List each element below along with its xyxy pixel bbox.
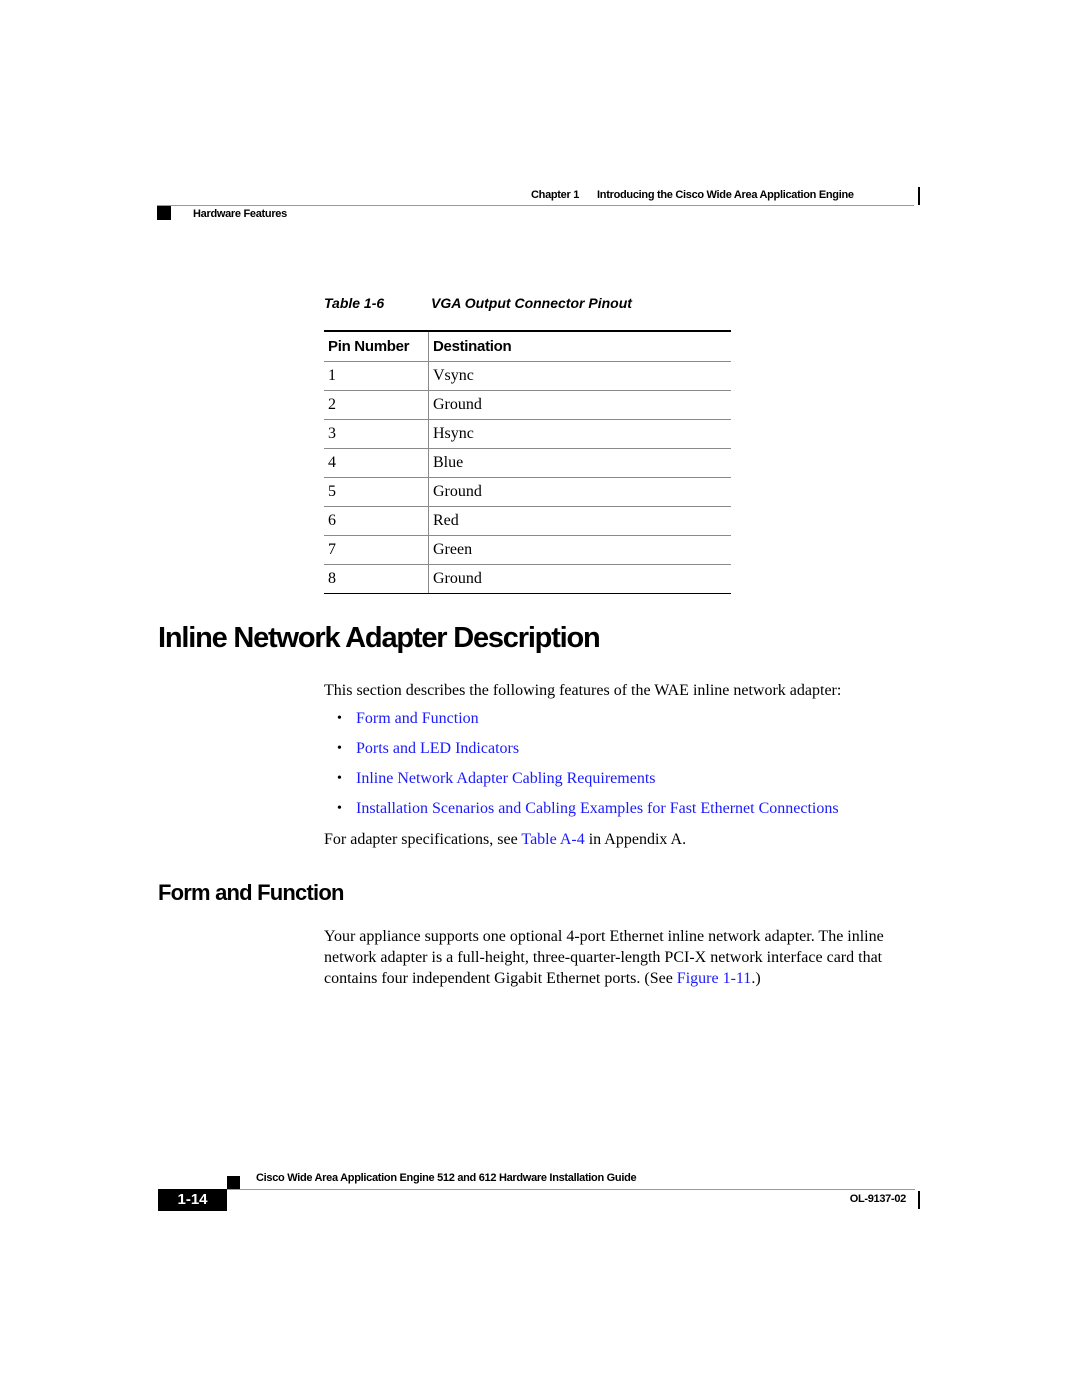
spec-prefix: For adapter specifications, see bbox=[324, 831, 522, 848]
running-header-chapter: Chapter 1 Introducing the Cisco Wide Area… bbox=[531, 189, 854, 201]
bullet-icon: • bbox=[337, 801, 342, 816]
table-row: 7 Green bbox=[324, 535, 731, 565]
subsection-heading: Form and Function bbox=[158, 880, 344, 905]
pin-cell: 2 bbox=[324, 390, 429, 420]
link-table-a-4[interactable]: Table A-4 bbox=[521, 831, 584, 848]
bullet-icon: • bbox=[337, 741, 342, 756]
header-rule bbox=[157, 205, 914, 206]
chapter-title: Introducing the Cisco Wide Area Applicat… bbox=[597, 189, 854, 201]
footer-rule bbox=[227, 1189, 915, 1190]
section-intro: This section describes the following fea… bbox=[324, 682, 842, 699]
pin-cell: 7 bbox=[324, 535, 429, 565]
destination-cell: Green bbox=[428, 535, 731, 565]
vga-pinout-table: Pin Number Destination 1 Vsync 2 Ground … bbox=[324, 330, 731, 594]
form-function-body: Your appliance supports one optional 4-p… bbox=[324, 928, 884, 987]
link-cabling-requirements[interactable]: Inline Network Adapter Cabling Requireme… bbox=[356, 770, 655, 787]
pin-cell: 3 bbox=[324, 419, 429, 449]
footer-bar-marker bbox=[918, 1191, 920, 1209]
destination-cell: Red bbox=[428, 506, 731, 536]
table-row: 8 Ground bbox=[324, 564, 731, 594]
table-header-row: Pin Number Destination bbox=[324, 330, 731, 362]
feature-link-list: • Form and Function • Ports and LED Indica… bbox=[324, 708, 839, 828]
link-form-and-function[interactable]: Form and Function bbox=[356, 710, 479, 727]
page-number-badge: 1-14 bbox=[158, 1189, 227, 1211]
table-caption: Table 1-6 VGA Output Connector Pinout bbox=[324, 295, 632, 311]
table-row: 2 Ground bbox=[324, 390, 731, 420]
pin-cell: 4 bbox=[324, 448, 429, 478]
pin-cell: 5 bbox=[324, 477, 429, 507]
destination-cell: Blue bbox=[428, 448, 731, 478]
pin-cell: 8 bbox=[324, 564, 429, 594]
table-row: 1 Vsync bbox=[324, 361, 731, 391]
destination-cell: Ground bbox=[428, 477, 731, 507]
list-item: • Form and Function bbox=[324, 708, 839, 738]
table-row: 6 Red bbox=[324, 506, 731, 536]
destination-cell: Vsync bbox=[428, 361, 731, 391]
link-ports-and-led-indicators[interactable]: Ports and LED Indicators bbox=[356, 740, 519, 757]
table-row: 3 Hsync bbox=[324, 419, 731, 449]
spec-suffix: in Appendix A. bbox=[584, 831, 687, 848]
running-header-section: Hardware Features bbox=[193, 208, 287, 220]
table-caption-number: Table 1-6 bbox=[324, 295, 385, 311]
table-row: 4 Blue bbox=[324, 448, 731, 478]
footer-square-marker bbox=[227, 1176, 240, 1189]
pin-cell: 6 bbox=[324, 506, 429, 536]
link-installation-scenarios[interactable]: Installation Scenarios and Cabling Examp… bbox=[356, 800, 839, 817]
table-caption-title: VGA Output Connector Pinout bbox=[431, 295, 632, 311]
pin-cell: 1 bbox=[324, 361, 429, 391]
form-function-paragraph: Your appliance supports one optional 4-p… bbox=[324, 926, 924, 989]
destination-cell: Hsync bbox=[428, 419, 731, 449]
chapter-label: Chapter 1 bbox=[531, 189, 580, 201]
column-header-destination: Destination bbox=[428, 330, 731, 362]
table-row: 5 Ground bbox=[324, 477, 731, 507]
bullet-icon: • bbox=[337, 711, 342, 726]
spec-reference: For adapter specifications, see Table A-… bbox=[324, 829, 686, 850]
list-item: • Installation Scenarios and Cabling Exam… bbox=[324, 798, 839, 828]
list-item: • Ports and LED Indicators bbox=[324, 738, 839, 768]
destination-cell: Ground bbox=[428, 564, 731, 594]
section-heading: Inline Network Adapter Description bbox=[158, 622, 601, 654]
list-item: • Inline Network Adapter Cabling Requirem… bbox=[324, 768, 839, 798]
column-header-pin-number: Pin Number bbox=[324, 330, 429, 362]
link-figure-1-11[interactable]: Figure 1-11 bbox=[677, 970, 752, 987]
header-bar-marker bbox=[918, 187, 920, 205]
form-function-body-end: .) bbox=[751, 970, 761, 987]
bullet-icon: • bbox=[337, 771, 342, 786]
destination-cell: Ground bbox=[428, 390, 731, 420]
footer-guide-title: Cisco Wide Area Application Engine 512 a… bbox=[256, 1172, 637, 1184]
footer-doc-number: OL-9137-02 bbox=[849, 1193, 907, 1205]
header-square-marker bbox=[157, 206, 171, 220]
